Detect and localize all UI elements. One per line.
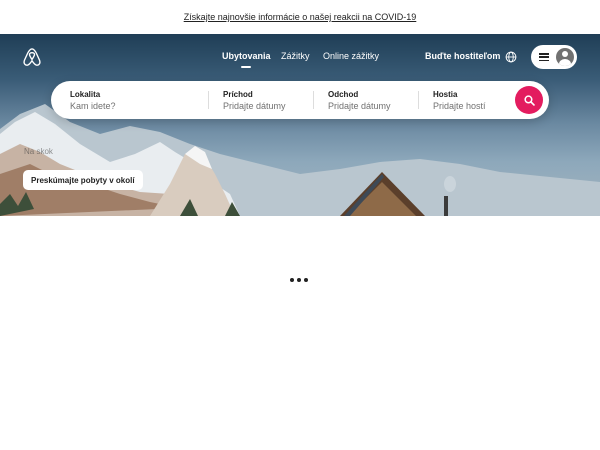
location-placeholder: Kam idete?	[70, 101, 116, 111]
menu-icon	[539, 53, 549, 61]
user-avatar-icon	[556, 48, 574, 66]
divider	[313, 91, 314, 109]
covid-info-link[interactable]: Získajte najnovšie informácie o našej re…	[184, 12, 417, 22]
checkout-field[interactable]: Odchod Pridajte dátumy	[316, 81, 416, 119]
explore-nearby-button[interactable]: Preskúmajte pobyty v okolí	[23, 170, 143, 190]
checkout-label: Odchod	[328, 90, 359, 99]
loading-dots-icon	[290, 278, 308, 282]
checkin-label: Príchod	[223, 90, 253, 99]
tab-online-experiences[interactable]: Online zážitky	[323, 51, 379, 61]
divider	[208, 91, 209, 109]
checkout-placeholder: Pridajte dátumy	[328, 101, 391, 111]
divider	[418, 91, 419, 109]
airbnb-logo-icon[interactable]	[22, 47, 42, 67]
search-icon	[523, 94, 535, 106]
tab-experiences[interactable]: Zážitky	[281, 51, 310, 61]
checkin-field[interactable]: Príchod Pridajte dátumy	[211, 81, 311, 119]
location-label: Lokalita	[70, 90, 101, 99]
guests-label: Hostia	[433, 90, 458, 99]
hero-section: Ubytovania Zážitky Online zážitky Buďte …	[0, 34, 600, 216]
search-button[interactable]	[515, 86, 543, 114]
user-menu-button[interactable]	[531, 45, 577, 69]
guests-field[interactable]: Hostia Pridajte hostí	[421, 81, 513, 119]
tab-stays[interactable]: Ubytovania	[222, 51, 271, 68]
search-bar: Lokalita Kam idete? Príchod Pridajte dát…	[51, 81, 549, 119]
checkin-placeholder: Pridajte dátumy	[223, 101, 286, 111]
covid-banner: Získajte najnovšie informácie o našej re…	[0, 0, 600, 34]
guests-placeholder: Pridajte hostí	[433, 101, 486, 111]
top-navigation: Ubytovania Zážitky Online zážitky Buďte …	[0, 34, 600, 80]
location-field[interactable]: Lokalita Kam idete?	[51, 81, 206, 119]
globe-icon[interactable]	[505, 51, 517, 63]
become-host-link[interactable]: Buďte hostiteľom	[425, 51, 500, 61]
nearby-heading: Na skok	[24, 147, 53, 156]
